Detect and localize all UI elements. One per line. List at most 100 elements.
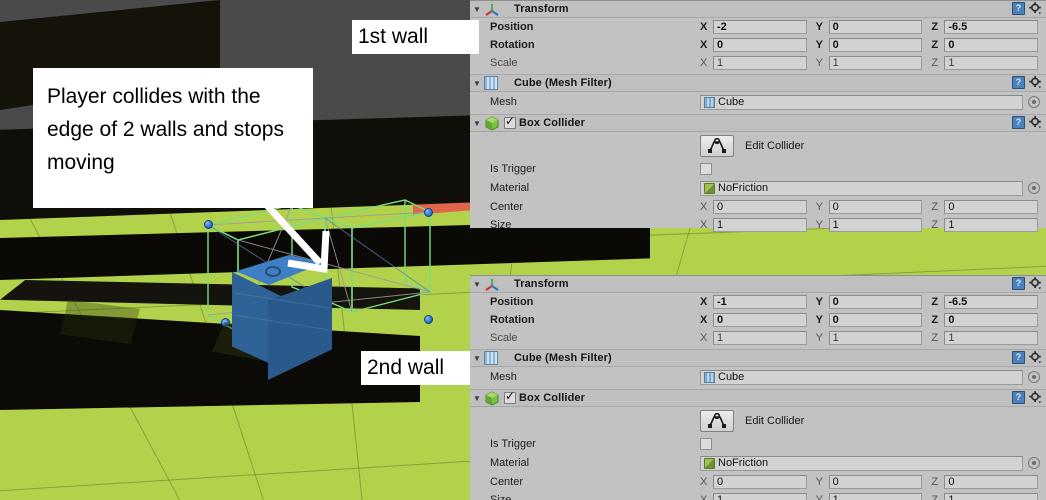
size-z-field[interactable]: 1 [944,218,1039,232]
mesh-object-field[interactable]: Cube [700,94,1023,110]
component-header-mesh-filter[interactable]: ▼ Cube (Mesh Filter) ? [470,350,1046,367]
box-collider-enabled-checkbox[interactable] [504,389,516,404]
foldout-arrow-icon[interactable]: ▼ [470,75,484,92]
position-z-field[interactable]: -6.5 [944,20,1039,34]
mesh-object-field[interactable]: Cube [700,369,1023,385]
transform-rows-wall-1: Position X -2 Y 0 Z -6.5 Rotation X 0 Y … [470,18,1046,72]
axis-label-x: X [700,21,708,33]
gear-icon[interactable] [1029,351,1042,364]
object-picker-icon[interactable] [1028,457,1040,469]
help-book-icon[interactable]: ? [1012,116,1025,129]
is-trigger-checkbox[interactable] [700,438,712,450]
object-picker-icon[interactable] [1028,182,1040,194]
mesh-filter-mesh-row: Mesh Cube [470,367,1046,387]
mesh-filter-icon [484,75,502,91]
help-book-icon[interactable]: ? [1012,391,1025,404]
box-collider-enabled-checkbox[interactable] [504,114,516,129]
foldout-arrow-icon[interactable]: ▼ [470,1,484,18]
scale-y-field[interactable]: 1 [828,56,923,70]
rotation-x-field[interactable]: 0 [713,38,807,52]
scale-z-field[interactable]: 1 [944,56,1039,70]
size-x-field[interactable]: 1 [713,493,807,500]
size-y-field[interactable]: 1 [828,493,923,500]
position-x-field[interactable]: -1 [713,295,807,309]
help-book-icon[interactable]: ? [1012,277,1025,290]
center-z-field[interactable]: 0 [944,475,1039,489]
component-header-box-collider[interactable]: ▼ Box Collider ? [470,389,1046,407]
collider-size-row: Size X 1 Y 1 Z 1 [470,216,1046,234]
mesh-filter-icon [484,350,502,366]
transform-row-rotation: Rotation X 0 Y 0 Z 0 [470,36,1046,54]
physic-material-icon [704,182,715,194]
center-y-field[interactable]: 0 [828,200,923,214]
object-picker-icon[interactable] [1028,371,1040,383]
center-x-field[interactable]: 0 [713,200,807,214]
size-z-field[interactable]: 1 [944,493,1039,500]
rotation-y-field[interactable]: 0 [828,313,923,327]
center-z-field[interactable]: 0 [944,200,1039,214]
gear-icon[interactable] [1029,76,1042,89]
annotation-player-collides: Player collides with the edge of 2 walls… [33,68,313,208]
size-x-field[interactable]: 1 [713,218,807,232]
scale-y-field[interactable]: 1 [828,331,923,345]
edit-collider-button[interactable] [700,410,734,432]
component-header-box-collider[interactable]: ▼ Box Collider ? [470,114,1046,132]
component-title: Cube (Mesh Filter) [514,352,612,364]
edit-collider-label: Edit Collider [745,140,805,152]
gear-icon[interactable] [1029,391,1042,404]
foldout-arrow-icon[interactable]: ▼ [470,276,484,293]
position-y-field[interactable]: 0 [828,20,923,34]
center-y-field[interactable]: 0 [828,475,923,489]
scale-x-field[interactable]: 1 [713,331,807,345]
help-book-icon[interactable]: ? [1012,76,1025,89]
rotation-z-field[interactable]: 0 [944,313,1039,327]
transform-axis-icon [484,277,502,292]
mesh-value: Cube [718,370,745,383]
scale-x-field[interactable]: 1 [713,56,807,70]
scale-z-field[interactable]: 1 [944,331,1039,345]
collider-handle[interactable] [424,208,433,217]
gear-icon[interactable] [1029,116,1042,129]
is-trigger-checkbox[interactable] [700,163,712,175]
physic-material-field[interactable]: NoFriction [700,455,1023,471]
position-x-field[interactable]: -2 [713,20,807,34]
component-title: Box Collider [519,117,585,129]
rotation-x-field[interactable]: 0 [713,313,807,327]
foldout-arrow-icon[interactable]: ▼ [470,350,484,367]
transform-axis-icon [484,2,502,17]
component-header-transform[interactable]: ▼ Transform ? [470,276,1046,293]
physic-material-field[interactable]: NoFriction [700,180,1023,196]
axis-label-y: Y [815,314,824,326]
axis-label-z: Z [931,296,939,308]
row-label: Center [490,476,524,488]
collider-handle[interactable] [424,315,433,324]
axis-label-x: X [700,476,708,488]
collider-handle[interactable] [204,220,213,229]
object-picker-icon[interactable] [1028,96,1040,108]
annotation-first-wall: 1st wall [352,20,478,54]
rotation-y-field[interactable]: 0 [828,38,923,52]
foldout-arrow-icon[interactable]: ▼ [470,115,484,132]
rotation-z-field[interactable]: 0 [944,38,1039,52]
axis-label-x: X [700,314,708,326]
mesh-asset-icon [704,96,715,108]
axis-label-x: X [700,201,708,213]
size-y-field[interactable]: 1 [828,218,923,232]
transform-row-scale: Scale X 1 Y 1 Z 1 [470,329,1046,347]
component-header-transform[interactable]: ▼ Transform ? [470,1,1046,18]
help-book-icon[interactable]: ? [1012,2,1025,15]
gear-icon[interactable] [1029,277,1042,290]
position-z-field[interactable]: -6.5 [944,295,1039,309]
edit-collider-label: Edit Collider [745,415,805,427]
box-collider-icon [484,390,502,406]
component-header-mesh-filter[interactable]: ▼ Cube (Mesh Filter) ? [470,75,1046,92]
help-book-icon[interactable]: ? [1012,351,1025,364]
foldout-arrow-icon[interactable]: ▼ [470,390,484,407]
position-y-field[interactable]: 0 [828,295,923,309]
transform-row-position: Position X -1 Y 0 Z -6.5 [470,293,1046,311]
gear-icon[interactable] [1029,2,1042,15]
center-x-field[interactable]: 0 [713,475,807,489]
transform-rows-wall-2: Position X -1 Y 0 Z -6.5 Rotation X 0 Y … [470,293,1046,347]
edit-collider-button[interactable] [700,135,734,157]
row-label: Mesh [490,371,517,383]
